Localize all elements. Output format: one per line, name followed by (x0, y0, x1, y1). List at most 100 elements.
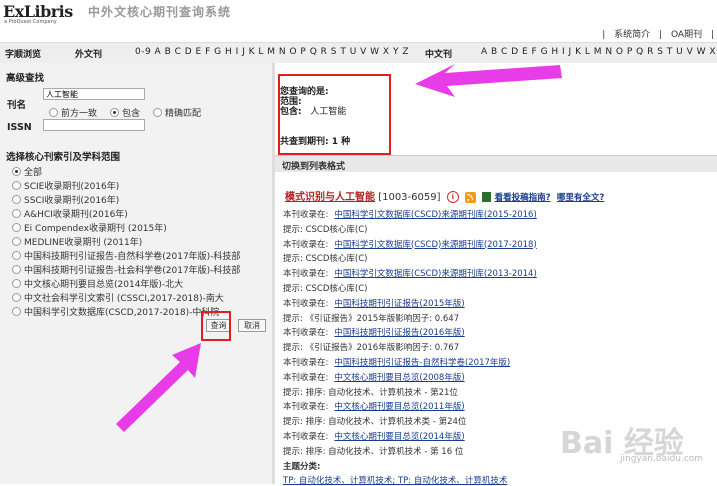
detail-prefix: 本刊收录在: (283, 402, 329, 413)
match-option-label: 包含 (122, 109, 141, 119)
result-detail-line: 本刊收录在: 中文核心期刊要目总览(2011年版) (283, 400, 465, 412)
detail-link[interactable]: 中国科学引文数据库(CSCD)来源期刊库(2013-2014) (334, 269, 536, 279)
scope-label: 中文社会科学引文索引 (CSSCI,2017-2018)-南大 (24, 294, 224, 304)
detail-link[interactable]: 中国科学引文数据库(CSCD)来源期刊库(2017-2018) (334, 240, 536, 250)
radio-icon[interactable] (12, 195, 21, 204)
match-option-exact[interactable]: 精确匹配 (153, 106, 201, 119)
rss-icon[interactable] (465, 191, 477, 203)
watermark-url: jingyan.baidu.com (620, 454, 704, 464)
journal-name-input[interactable] (43, 88, 145, 100)
scope-label: 中国科技期刊引证报告-社会科学卷(2017年版)-科技部 (24, 266, 241, 276)
detail-prefix: 本刊收录在: (283, 269, 329, 280)
detail-link[interactable]: 中文核心期刊要目总览(2014年版) (334, 432, 464, 442)
detail-prefix: 主题分类: (283, 461, 321, 472)
detail-prefix: 提示: 排序: 自动化技术、计算机技术 - 第 16 位 (283, 446, 464, 457)
detail-link[interactable]: 中文核心期刊要目总览(2008年版) (334, 373, 464, 383)
radio-icon[interactable] (49, 108, 58, 117)
scope-option[interactable]: SSCI收录期刊(2016年) (12, 193, 119, 206)
radio-selected-icon[interactable] (110, 108, 119, 117)
detail-link[interactable]: 中国科技期刊引证报告-自然科学卷(2017年版) (334, 358, 510, 368)
switch-format-bar[interactable]: 切换到列表格式 (275, 155, 717, 172)
scope-label: 全部 (24, 168, 43, 178)
radio-icon[interactable] (153, 108, 162, 117)
radio-icon[interactable] (12, 279, 21, 288)
exlibris-logo[interactable]: ExLibris a ProQuest Company (3, 2, 83, 26)
radio-icon[interactable] (12, 307, 21, 316)
radio-icon[interactable] (12, 209, 21, 218)
scope-option[interactable]: 中国科技期刊引证报告-自然科学卷(2017年版)-科技部 (12, 249, 240, 262)
issn-label: ISSN (7, 122, 32, 133)
scope-option[interactable]: A&HCI收录期刊(2016年) (12, 207, 128, 220)
scope-label: MEDLINE收录期刊 (2011年) (24, 238, 143, 248)
result-detail-line: 本刊收录在: 中国科学引文数据库(CSCD)来源期刊库(2013-2014) (283, 267, 537, 279)
match-option-prefix[interactable]: 前方一致 (49, 106, 97, 119)
cancel-button[interactable]: 取消 (238, 319, 266, 332)
detail-link[interactable]: 中国科学引文数据库(CSCD)来源期刊库(2015-2016) (334, 210, 536, 220)
radio-selected-icon[interactable] (12, 167, 21, 176)
scope-option[interactable]: Ei Compendex收录期刊 (2015年) (12, 221, 167, 234)
advanced-search-title: 高级查找 (6, 73, 45, 84)
detail-prefix: 提示: CSCD核心库(C) (283, 284, 368, 294)
journal-name-label: 刊名 (7, 100, 27, 111)
issn-input[interactable] (43, 119, 145, 131)
detail-prefix: 本刊收录在: (283, 372, 329, 383)
match-option-label: 前方一致 (61, 109, 98, 119)
top-links: | 系统简介 | OA期刊 | (599, 27, 717, 40)
radio-icon[interactable] (12, 265, 21, 274)
radio-icon[interactable] (12, 293, 21, 302)
detail-prefix: 提示: 《引证报告》2015年版影响因子: 0.647 (283, 313, 460, 324)
link-oa-journals[interactable]: OA期刊 (671, 30, 702, 40)
info-icon[interactable]: i (446, 191, 459, 203)
scope-option[interactable]: SCIE收录期刊(2016年) (12, 179, 119, 192)
site-title: 中外文核心期刊查询系统 (88, 5, 232, 19)
result-detail-line: 提示: CSCD核心库(C) (283, 223, 367, 235)
submission-guide-link[interactable]: 看看投稿指南? (495, 193, 551, 203)
result-title-row: 模式识别与人工智能 [1003-6059] i 看看投稿指南? 哪里有全文? (285, 188, 604, 203)
match-option-contains[interactable]: 包含 (110, 106, 140, 119)
browse-label: 字顺浏览 (5, 50, 42, 60)
link-system-intro[interactable]: 系统简介 (614, 30, 650, 40)
detail-prefix: 提示: 排序: 自动化技术、计算机技术类 - 第24位 (283, 417, 467, 428)
detail-prefix: 提示: CSCD核心库(C) (283, 224, 368, 235)
match-option-label: 精确匹配 (165, 109, 202, 119)
detail-link[interactable]: 中国科技期刊引证报告(2015年版) (334, 299, 464, 309)
search-panel: 高级查找 刊名 前方一致 包含 精确匹配 ISSN 选择核心刊索引及学科范围 全… (0, 63, 275, 484)
chinese-journals-label[interactable]: 中文刊 (425, 47, 452, 60)
detail-link[interactable]: 中文核心期刊要目总览(2011年版) (334, 402, 464, 412)
scope-option-all[interactable]: 全部 (12, 165, 42, 178)
detail-prefix: 提示: 《引证报告》2016年版影响因子: 0.767 (283, 343, 460, 354)
journal-issn: [1003-6059] (378, 192, 441, 203)
detail-link[interactable]: 中国科技期刊引证报告(2016年版) (334, 328, 464, 338)
scope-option[interactable]: 中国科学引文数据库(CSCD,2017-2018)-中科院 (12, 305, 219, 318)
scope-option[interactable]: 中文社会科学引文索引 (CSSCI,2017-2018)-南大 (12, 291, 224, 304)
header: ExLibris a ProQuest Company 中外文核心期刊查询系统 … (0, 0, 717, 42)
detail-link[interactable]: TP: 自动化技术、计算机技术; TP: 自动化技术、计算机技术 (283, 476, 507, 486)
result-detail-line: 本刊收录在: 中文核心期刊要目总览(2014年版) (283, 430, 465, 442)
foreign-journals-label[interactable]: 外文刊 (75, 47, 102, 60)
radio-icon[interactable] (12, 181, 21, 190)
radio-icon[interactable] (12, 251, 21, 260)
scope-label: SSCI收录期刊(2016年) (24, 196, 120, 206)
detail-prefix: 本刊收录在: (283, 210, 329, 220)
annotation-box-summary (278, 74, 391, 155)
scope-title: 选择核心刊索引及学科范围 (6, 152, 121, 163)
radio-icon[interactable] (12, 223, 21, 232)
scope-option[interactable]: MEDLINE收录期刊 (2011年) (12, 235, 142, 248)
fulltext-link[interactable]: 哪里有全文? (557, 193, 604, 203)
chinese-letter-links[interactable]: A B C D E F G H I J K L M N O P Q R S T … (481, 47, 717, 57)
result-detail-line: 本刊收录在: 中国科技期刊引证报告(2015年版) (283, 297, 465, 309)
detail-prefix: 本刊收录在: (283, 432, 329, 442)
foreign-letter-links[interactable]: 0-9 A B C D E F G H I J K L M N O P Q R … (135, 47, 409, 57)
scope-option[interactable]: 中国科技期刊引证报告-社会科学卷(2017年版)-科技部 (12, 263, 240, 276)
radio-icon[interactable] (12, 237, 21, 246)
journal-title-link[interactable]: 模式识别与人工智能 (285, 192, 375, 203)
result-detail-line: 提示: 《引证报告》2015年版影响因子: 0.647 (283, 312, 459, 324)
result-detail-line: 提示: 《引证报告》2016年版影响因子: 0.767 (283, 341, 459, 353)
result-detail-line: 提示: 排序: 自动化技术、计算机技术 - 第 16 位 (283, 445, 463, 457)
annotation-box-query (201, 311, 231, 341)
link-separator: | (659, 30, 663, 40)
scope-option[interactable]: 中文核心期刊要目总览(2014年版)-北大 (12, 277, 183, 290)
switch-format-link[interactable]: 切换到列表格式 (282, 159, 345, 172)
result-detail-line: 本刊收录在: 中国科学引文数据库(CSCD)来源期刊库(2015-2016) (283, 208, 537, 220)
scope-label: SCIE收录期刊(2016年) (24, 182, 120, 192)
